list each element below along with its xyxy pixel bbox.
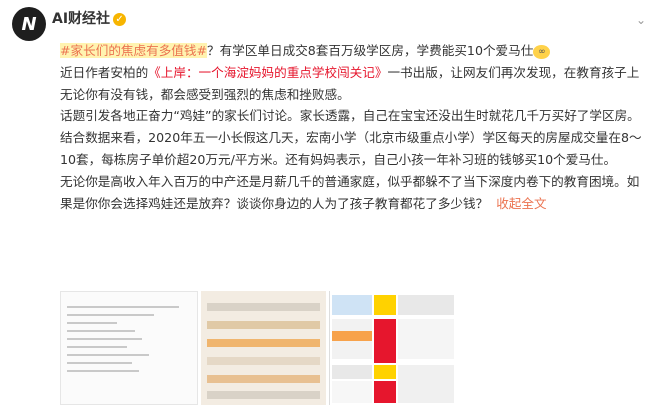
post-paragraph-2: 近日作者安柏的《上岸：一个海淀妈妈的重点学校闯关记》一书出版，让网友们再次发现，… bbox=[60, 62, 648, 106]
post-header: N AI财经社 ✓ bbox=[12, 7, 127, 41]
chevron-down-icon[interactable]: ⌄ bbox=[636, 13, 646, 27]
verified-badge-icon: ✓ bbox=[113, 12, 127, 26]
glasses-emoji-icon: ∞ bbox=[533, 44, 551, 59]
image-spreadsheet-photo[interactable] bbox=[201, 291, 326, 405]
account-name-text[interactable]: AI财经社 bbox=[52, 11, 110, 27]
post-paragraph-1: #家长们的焦虑有多值钱#？有学区单日成交8套百万级学区房，学费能买10个爱马仕 ∞ bbox=[60, 40, 648, 62]
post-paragraph-3: 话题引发各地正奋力“鸡娃”的家长们讨论。家长透露，自己在宝宝还没出生时就花几千万… bbox=[60, 108, 642, 167]
collapse-full-text-link[interactable]: 收起全文 bbox=[496, 196, 546, 211]
p1-intro: 近日作者安柏的 bbox=[60, 64, 149, 80]
p3-text: 无论你是高收入年入百万的中产还是月薪几千的普通家庭，似乎都躲不了当下深度内卷下的… bbox=[60, 173, 640, 211]
hashtag-link[interactable]: #家长们的焦虑有多值钱# bbox=[60, 43, 208, 58]
image-document-list[interactable] bbox=[60, 291, 199, 405]
post-body: #家长们的焦虑有多值钱#？有学区单日成交8套百万级学区房，学费能买10个爱马仕 ∞… bbox=[60, 40, 648, 214]
image-score-table[interactable] bbox=[328, 291, 454, 405]
account-avatar[interactable]: N bbox=[12, 7, 46, 41]
image-thumbnails bbox=[60, 291, 454, 405]
headline-text: ？有学区单日成交8套百万级学区房，学费能买10个爱马仕 bbox=[207, 43, 534, 58]
account-name[interactable]: AI财经社 ✓ bbox=[52, 8, 127, 28]
book-title: 《上岸：一个海淀妈妈的重点学校闯关记》 bbox=[148, 64, 388, 80]
post-paragraph-4: 无论你是高收入年入百万的中产还是月薪几千的普通家庭，似乎都躲不了当下深度内卷下的… bbox=[60, 171, 648, 215]
